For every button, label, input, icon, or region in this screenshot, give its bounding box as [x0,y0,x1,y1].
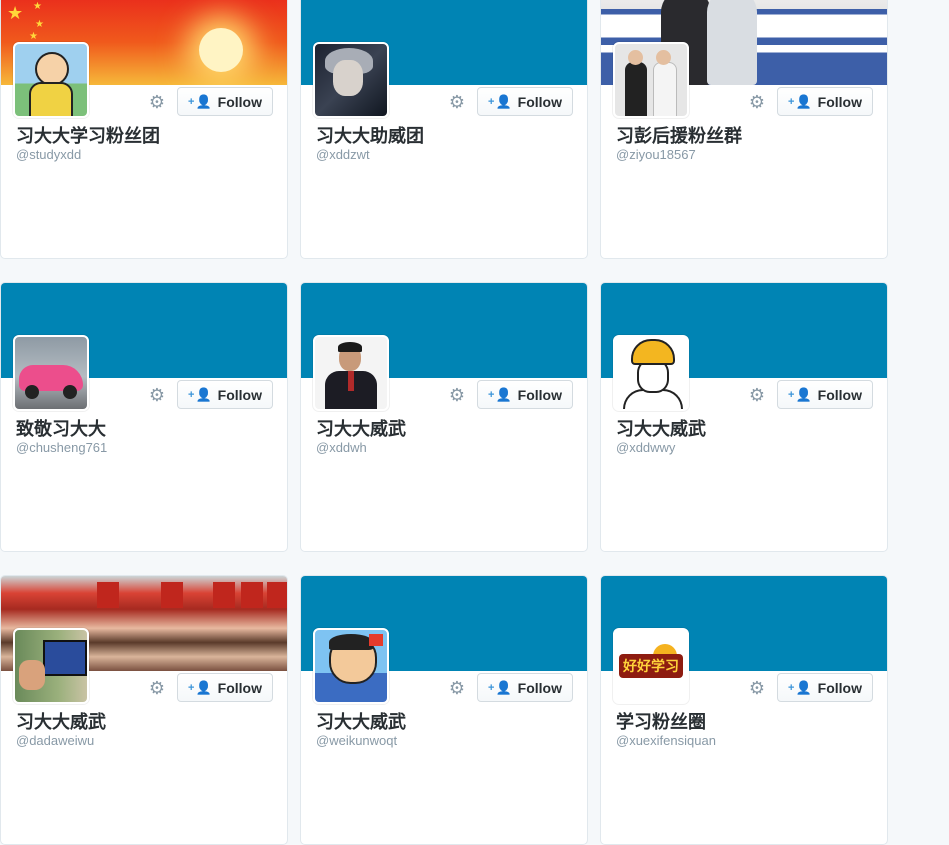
follow-button[interactable]: + 👤 Follow [177,87,273,116]
fullname[interactable]: 致敬习大大 [16,415,106,441]
gear-icon[interactable]: ⚙ [147,385,167,405]
follow-label: Follow [217,93,262,110]
user-card: ⚙ + 👤 Follow 习大大威武 @weikunwoqt [300,575,588,845]
avatar[interactable] [313,335,389,411]
user-card: ⚙ + 👤 Follow 习大大威武 @xddwh [300,282,588,552]
screen-name[interactable]: @xddwh [316,440,367,455]
add-user-icon: + 👤 [188,93,212,109]
follow-label: Follow [817,679,862,696]
follow-button[interactable]: + 👤 Follow [777,673,873,702]
fullname[interactable]: 学习粉丝圈 [616,708,706,734]
banner-sign [267,582,287,608]
avatar[interactable]: 好好学习 [613,628,689,704]
screen-name[interactable]: @chusheng761 [16,440,107,455]
avatar[interactable] [13,628,89,704]
user-card: ⚙ + 👤 Follow 习大大威武 @dadaweiwu [0,575,288,845]
gear-icon[interactable]: ⚙ [447,92,467,112]
gear-icon[interactable]: ⚙ [447,678,467,698]
screen-name[interactable]: @ziyou18567 [616,147,696,162]
follow-label: Follow [817,386,862,403]
follow-label: Follow [517,386,562,403]
follow-label: Follow [517,93,562,110]
gear-icon[interactable]: ⚙ [747,678,767,698]
fullname[interactable]: 习大大威武 [316,708,406,734]
follow-button[interactable]: + 👤 Follow [477,87,573,116]
avatar[interactable] [13,42,89,118]
add-user-icon: + 👤 [788,386,812,402]
cartoon-figure [707,0,757,85]
avatar[interactable] [13,335,89,411]
follow-label: Follow [217,679,262,696]
fullname[interactable]: 习大大威武 [616,415,706,441]
user-card: 好好学习 ⚙ + 👤 Follow 学习粉丝圈 @xuexifensiquan [600,575,888,845]
avatar[interactable] [613,42,689,118]
user-card: ⚙ + 👤 Follow 习大大助威团 @xddzwt [300,0,588,259]
gear-icon[interactable]: ⚙ [747,92,767,112]
fullname[interactable]: 习大大威武 [316,415,406,441]
screen-name[interactable]: @xuexifensiquan [616,733,716,748]
banner-sign [241,582,263,608]
screen-name[interactable]: @weikunwoqt [316,733,397,748]
follow-button[interactable]: + 👤 Follow [177,380,273,409]
add-user-icon: + 👤 [488,93,512,109]
banner-sign [97,582,119,608]
follow-button[interactable]: + 👤 Follow [477,380,573,409]
avatar[interactable] [313,42,389,118]
fullname[interactable]: 习大大学习粉丝团 [16,122,160,148]
follow-label: Follow [517,679,562,696]
user-card: ⚙ + 👤 Follow 习彭后援粉丝群 @ziyou18567 [600,0,888,259]
user-card: ⚙ + 👤 Follow 习大大威武 @xddwwy [600,282,888,552]
avatar[interactable] [313,628,389,704]
fullname[interactable]: 习彭后援粉丝群 [616,122,742,148]
user-card-grid: ★ ★ ★ ★ ⚙ + 👤 Follow 习大大学习粉丝团 @studyxdd ⚙… [0,0,890,845]
follow-label: Follow [217,386,262,403]
follow-button[interactable]: + 👤 Follow [177,673,273,702]
add-user-icon: + 👤 [788,679,812,695]
screen-name[interactable]: @studyxdd [16,147,81,162]
add-user-icon: + 👤 [788,93,812,109]
banner-sign [213,582,235,608]
gear-icon[interactable]: ⚙ [147,678,167,698]
follow-button[interactable]: + 👤 Follow [477,673,573,702]
gear-icon[interactable]: ⚙ [147,92,167,112]
star-icon: ★ [7,3,24,23]
banner-sign [161,582,183,608]
follow-label: Follow [817,93,862,110]
screen-name[interactable]: @xddzwt [316,147,370,162]
fullname[interactable]: 习大大威武 [16,708,106,734]
fullname[interactable]: 习大大助威团 [316,122,424,148]
follow-button[interactable]: + 👤 Follow [777,380,873,409]
follow-button[interactable]: + 👤 Follow [777,87,873,116]
screen-name[interactable]: @dadaweiwu [16,733,94,748]
add-user-icon: + 👤 [488,386,512,402]
star-icon: ★ [33,1,42,12]
sun-graphic [199,28,243,72]
gear-icon[interactable]: ⚙ [747,385,767,405]
screen-name[interactable]: @xddwwy [616,440,675,455]
user-card: ★ ★ ★ ★ ⚙ + 👤 Follow 习大大学习粉丝团 @studyxdd [0,0,288,259]
add-user-icon: + 👤 [188,386,212,402]
add-user-icon: + 👤 [488,679,512,695]
user-card: ⚙ + 👤 Follow 致敬习大大 @chusheng761 [0,282,288,552]
avatar[interactable] [613,335,689,411]
gear-icon[interactable]: ⚙ [447,385,467,405]
add-user-icon: + 👤 [188,679,212,695]
